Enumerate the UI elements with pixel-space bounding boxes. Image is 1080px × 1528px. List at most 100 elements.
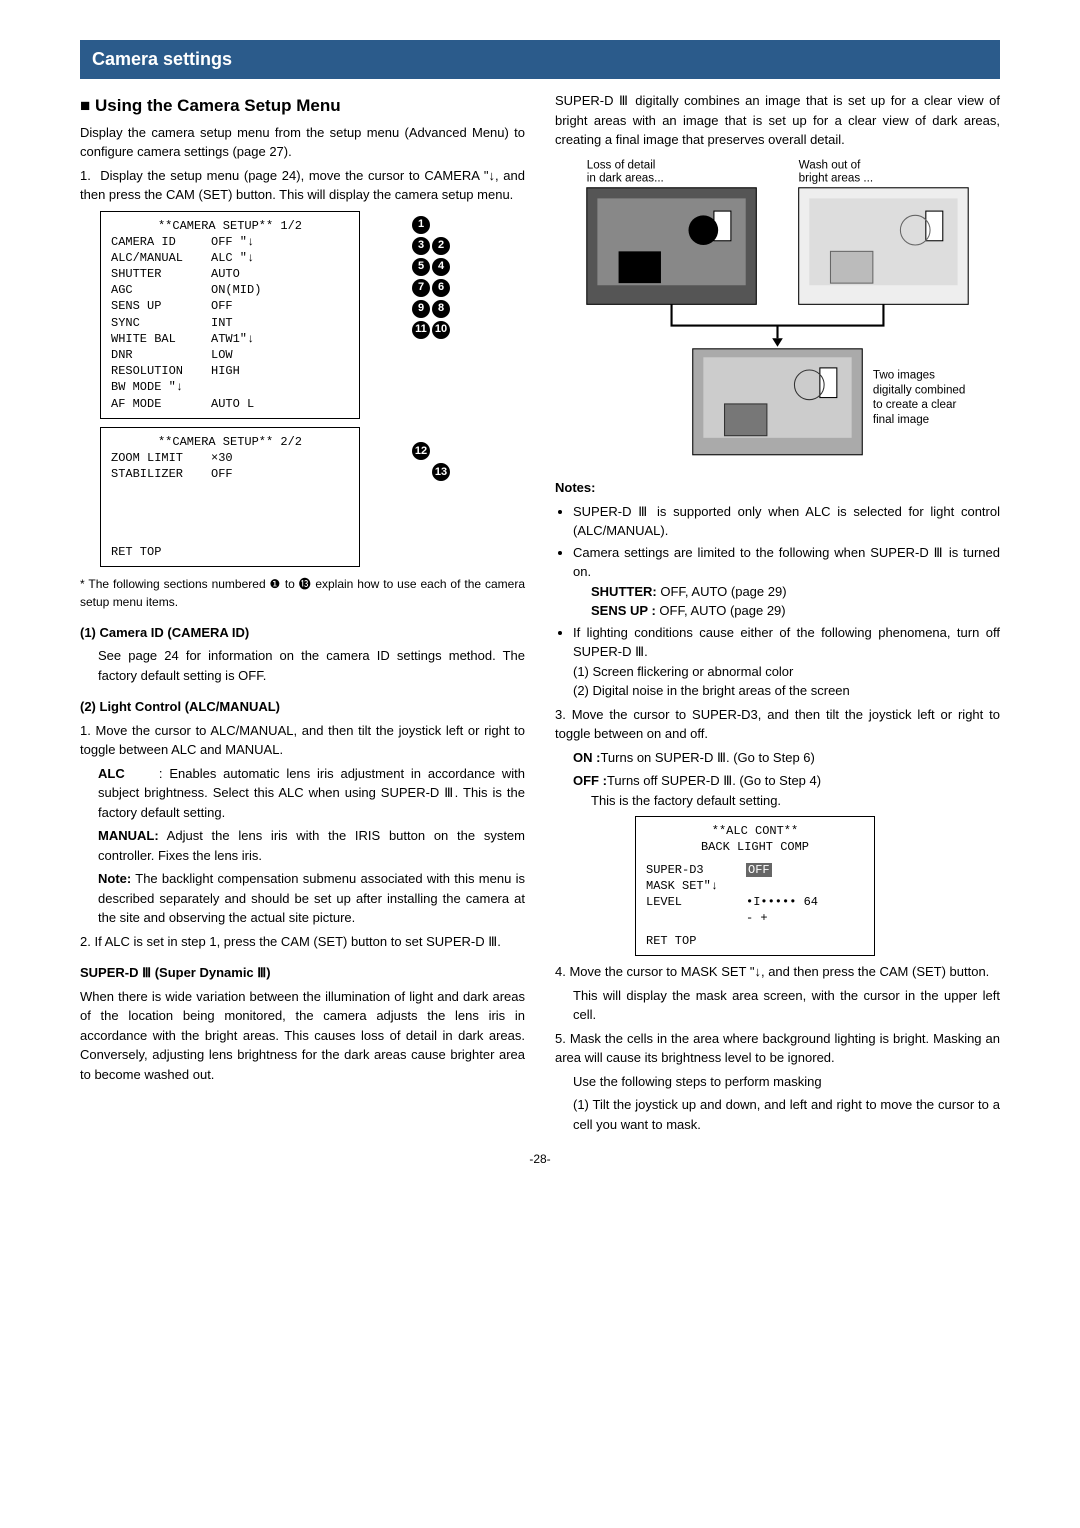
osd-row-value: HIGH <box>211 363 349 379</box>
superd3-header: SUPER-D Ⅲ (Super Dynamic Ⅲ) <box>80 963 525 983</box>
off-line: OFF :Turns off SUPER-D Ⅲ. (Go to Step 4)… <box>573 771 1000 810</box>
svg-text:final image: final image <box>873 412 929 425</box>
osd3-h1: **ALC CONT** <box>646 823 864 839</box>
osd-setup-page-2: **CAMERA SETUP** 2/2 ZOOM LIMIT×30 STABI… <box>100 427 360 567</box>
osd1-header: **CAMERA SETUP** 1/2 <box>111 218 349 234</box>
osd2-footer: RET TOP <box>111 544 161 560</box>
on-label: ON : <box>573 750 600 765</box>
osd-row-label: SUPER-D3 <box>646 862 746 878</box>
osd3-h2: BACK LIGHT COMP <box>646 839 864 855</box>
svg-text:digitally combined: digitally combined <box>873 383 966 396</box>
footnote: * The following sections numbered ❶ to ⓭… <box>80 575 525 611</box>
osd-row-label: CAMERA ID <box>111 234 211 250</box>
osd-row-label: MASK SET"↓ <box>646 878 746 894</box>
step-3: 3. Move the cursor to SUPER-D3, and then… <box>555 705 1000 744</box>
osd-row-label: BW MODE "↓ <box>111 379 211 395</box>
note-3-sub-2: (2) Digital noise in the bright areas of… <box>573 681 1000 701</box>
note-item-3: If lighting conditions cause either of t… <box>573 623 1000 701</box>
osd-row-value: OFF <box>746 862 864 878</box>
osd-row-label: DNR <box>111 347 211 363</box>
step-4-text: Move the cursor to MASK SET "↓, and then… <box>569 964 989 979</box>
osd-row-value <box>211 379 349 395</box>
heading-using-text: Using the Camera Setup Menu <box>95 96 341 115</box>
manual-definition: MANUAL: Adjust the lens iris with the IR… <box>98 826 525 865</box>
note-2-shutter: SHUTTER: OFF, AUTO (page 29) <box>591 582 1000 602</box>
osd-setup-page-1-wrapper: **CAMERA SETUP** 1/2 CAMERA IDOFF "↓ ALC… <box>80 211 410 419</box>
left-column: ■ Using the Camera Setup Menu Display th… <box>80 87 525 1138</box>
callout-2: 2 <box>432 237 450 255</box>
callout-10: 10 <box>432 321 450 339</box>
osd-row-label: SHUTTER <box>111 266 211 282</box>
callout-13: 13 <box>432 463 450 481</box>
callout-7: 7 <box>412 279 430 297</box>
section-1-header: (1) Camera ID (CAMERA ID) <box>80 623 525 643</box>
section-2-step2: 2. If ALC is set in step 1, press the CA… <box>80 932 525 952</box>
note-item-2: Camera settings are limited to the follo… <box>573 543 1000 621</box>
osd-row-value: ALC "↓ <box>211 250 349 266</box>
section-2-step1-text: Move the cursor to ALC/MANUAL, and then … <box>80 723 525 758</box>
step-5-sub-1: (1) Tilt the joystick up and down, and l… <box>573 1095 1000 1134</box>
heading-using: ■ Using the Camera Setup Menu <box>80 93 525 119</box>
osd-setup-page-1: **CAMERA SETUP** 1/2 CAMERA IDOFF "↓ ALC… <box>100 211 360 419</box>
callout-6: 6 <box>432 279 450 297</box>
callout-8: 8 <box>432 300 450 318</box>
alc-text: : Enables automatic lens iris adjustment… <box>98 766 525 820</box>
osd-setup-page-2-wrapper: **CAMERA SETUP** 2/2 ZOOM LIMIT×30 STABI… <box>80 427 410 567</box>
notes-header: Notes: <box>555 478 1000 498</box>
osd-row-label: ZOOM LIMIT <box>111 450 211 466</box>
alc-definition: ALC : Enables automatic lens iris adjust… <box>98 764 525 823</box>
osd-row-value: - + <box>746 910 864 926</box>
osd-row-label: WHITE BAL <box>111 331 211 347</box>
step-3-text: Move the cursor to SUPER-D3, and then ti… <box>555 707 1000 742</box>
osd-row-value: ON(MID) <box>211 282 349 298</box>
step-4: 4. Move the cursor to MASK SET "↓, and t… <box>555 962 1000 982</box>
on-value: Turns on SUPER-D Ⅲ. (Go to Step 6) <box>600 750 814 765</box>
shutter-value: OFF, AUTO (page 29) <box>660 584 786 599</box>
osd-row-spacer <box>646 910 746 926</box>
step-5: 5. Mask the cells in the area where back… <box>555 1029 1000 1068</box>
svg-text:bright areas ...: bright areas ... <box>799 171 873 184</box>
alc-label: ALC <box>98 766 125 781</box>
osd-row-value: •I••••• 64 <box>746 894 864 910</box>
section-2-step2-text: If ALC is set in step 1, press the CAM (… <box>94 934 500 949</box>
svg-text:Two images: Two images <box>873 368 935 381</box>
osd-row-value: ×30 <box>211 450 349 466</box>
osd-alc-cont: **ALC CONT** BACK LIGHT COMP SUPER-D3OFF… <box>635 816 875 956</box>
superd3-cont: SUPER-D Ⅲ digitally combines an image th… <box>555 91 1000 150</box>
osd2-header: **CAMERA SETUP** 2/2 <box>111 434 349 450</box>
osd-row-label: AF MODE <box>111 396 211 412</box>
note-text: The backlight compensation submenu assoc… <box>98 871 525 925</box>
note-3-text: If lighting conditions cause either of t… <box>573 625 1000 660</box>
manual-text: Adjust the lens iris with the IRIS butto… <box>98 828 525 863</box>
square-bullet-icon: ■ <box>80 96 95 115</box>
osd-row-value: AUTO <box>211 266 349 282</box>
section-2-header: (2) Light Control (ALC/MANUAL) <box>80 697 525 717</box>
osd-row-value: OFF <box>211 466 349 482</box>
sensup-label: SENS UP : <box>591 603 656 618</box>
osd3-footer: RET TOP <box>646 933 696 949</box>
osd-row-label: AGC <box>111 282 211 298</box>
osd-row-value: AUTO L <box>211 396 349 412</box>
note-label: Note: <box>98 871 131 886</box>
osd-row-label: STABILIZER <box>111 466 211 482</box>
step-1: 1. Display the setup menu (page 24), mov… <box>80 166 525 205</box>
figure-svg: Loss of detail in dark areas... Wash out… <box>555 156 1000 463</box>
off-value: Turns off SUPER-D Ⅲ. (Go to Step 4) <box>607 773 821 788</box>
callout-5: 5 <box>412 258 430 276</box>
svg-text:in dark areas...: in dark areas... <box>587 171 664 184</box>
svg-text:to create a clear: to create a clear <box>873 398 957 411</box>
svg-text:Wash out of: Wash out of <box>799 158 861 171</box>
intro-para: Display the camera setup menu from the s… <box>80 123 525 162</box>
step-1-text: Display the setup menu (page 24), move t… <box>80 168 525 203</box>
right-column: SUPER-D Ⅲ digitally combines an image th… <box>555 87 1000 1138</box>
osd-row-label: SENS UP <box>111 298 211 314</box>
osd-alc-wrap: **ALC CONT** BACK LIGHT COMP SUPER-D3OFF… <box>615 816 855 956</box>
step-5b: Use the following steps to perform maski… <box>573 1072 1000 1092</box>
shutter-label: SHUTTER: <box>591 584 657 599</box>
osd-row-label: LEVEL <box>646 894 746 910</box>
section-2-step1: 1. Move the cursor to ALC/MANUAL, and th… <box>80 721 525 760</box>
osd-row-value: OFF <box>211 298 349 314</box>
notes-list: SUPER-D Ⅲ is supported only when ALC is … <box>555 502 1000 701</box>
note-2-text: Camera settings are limited to the follo… <box>573 545 1000 580</box>
osd-highlighted-value: OFF <box>746 863 772 877</box>
